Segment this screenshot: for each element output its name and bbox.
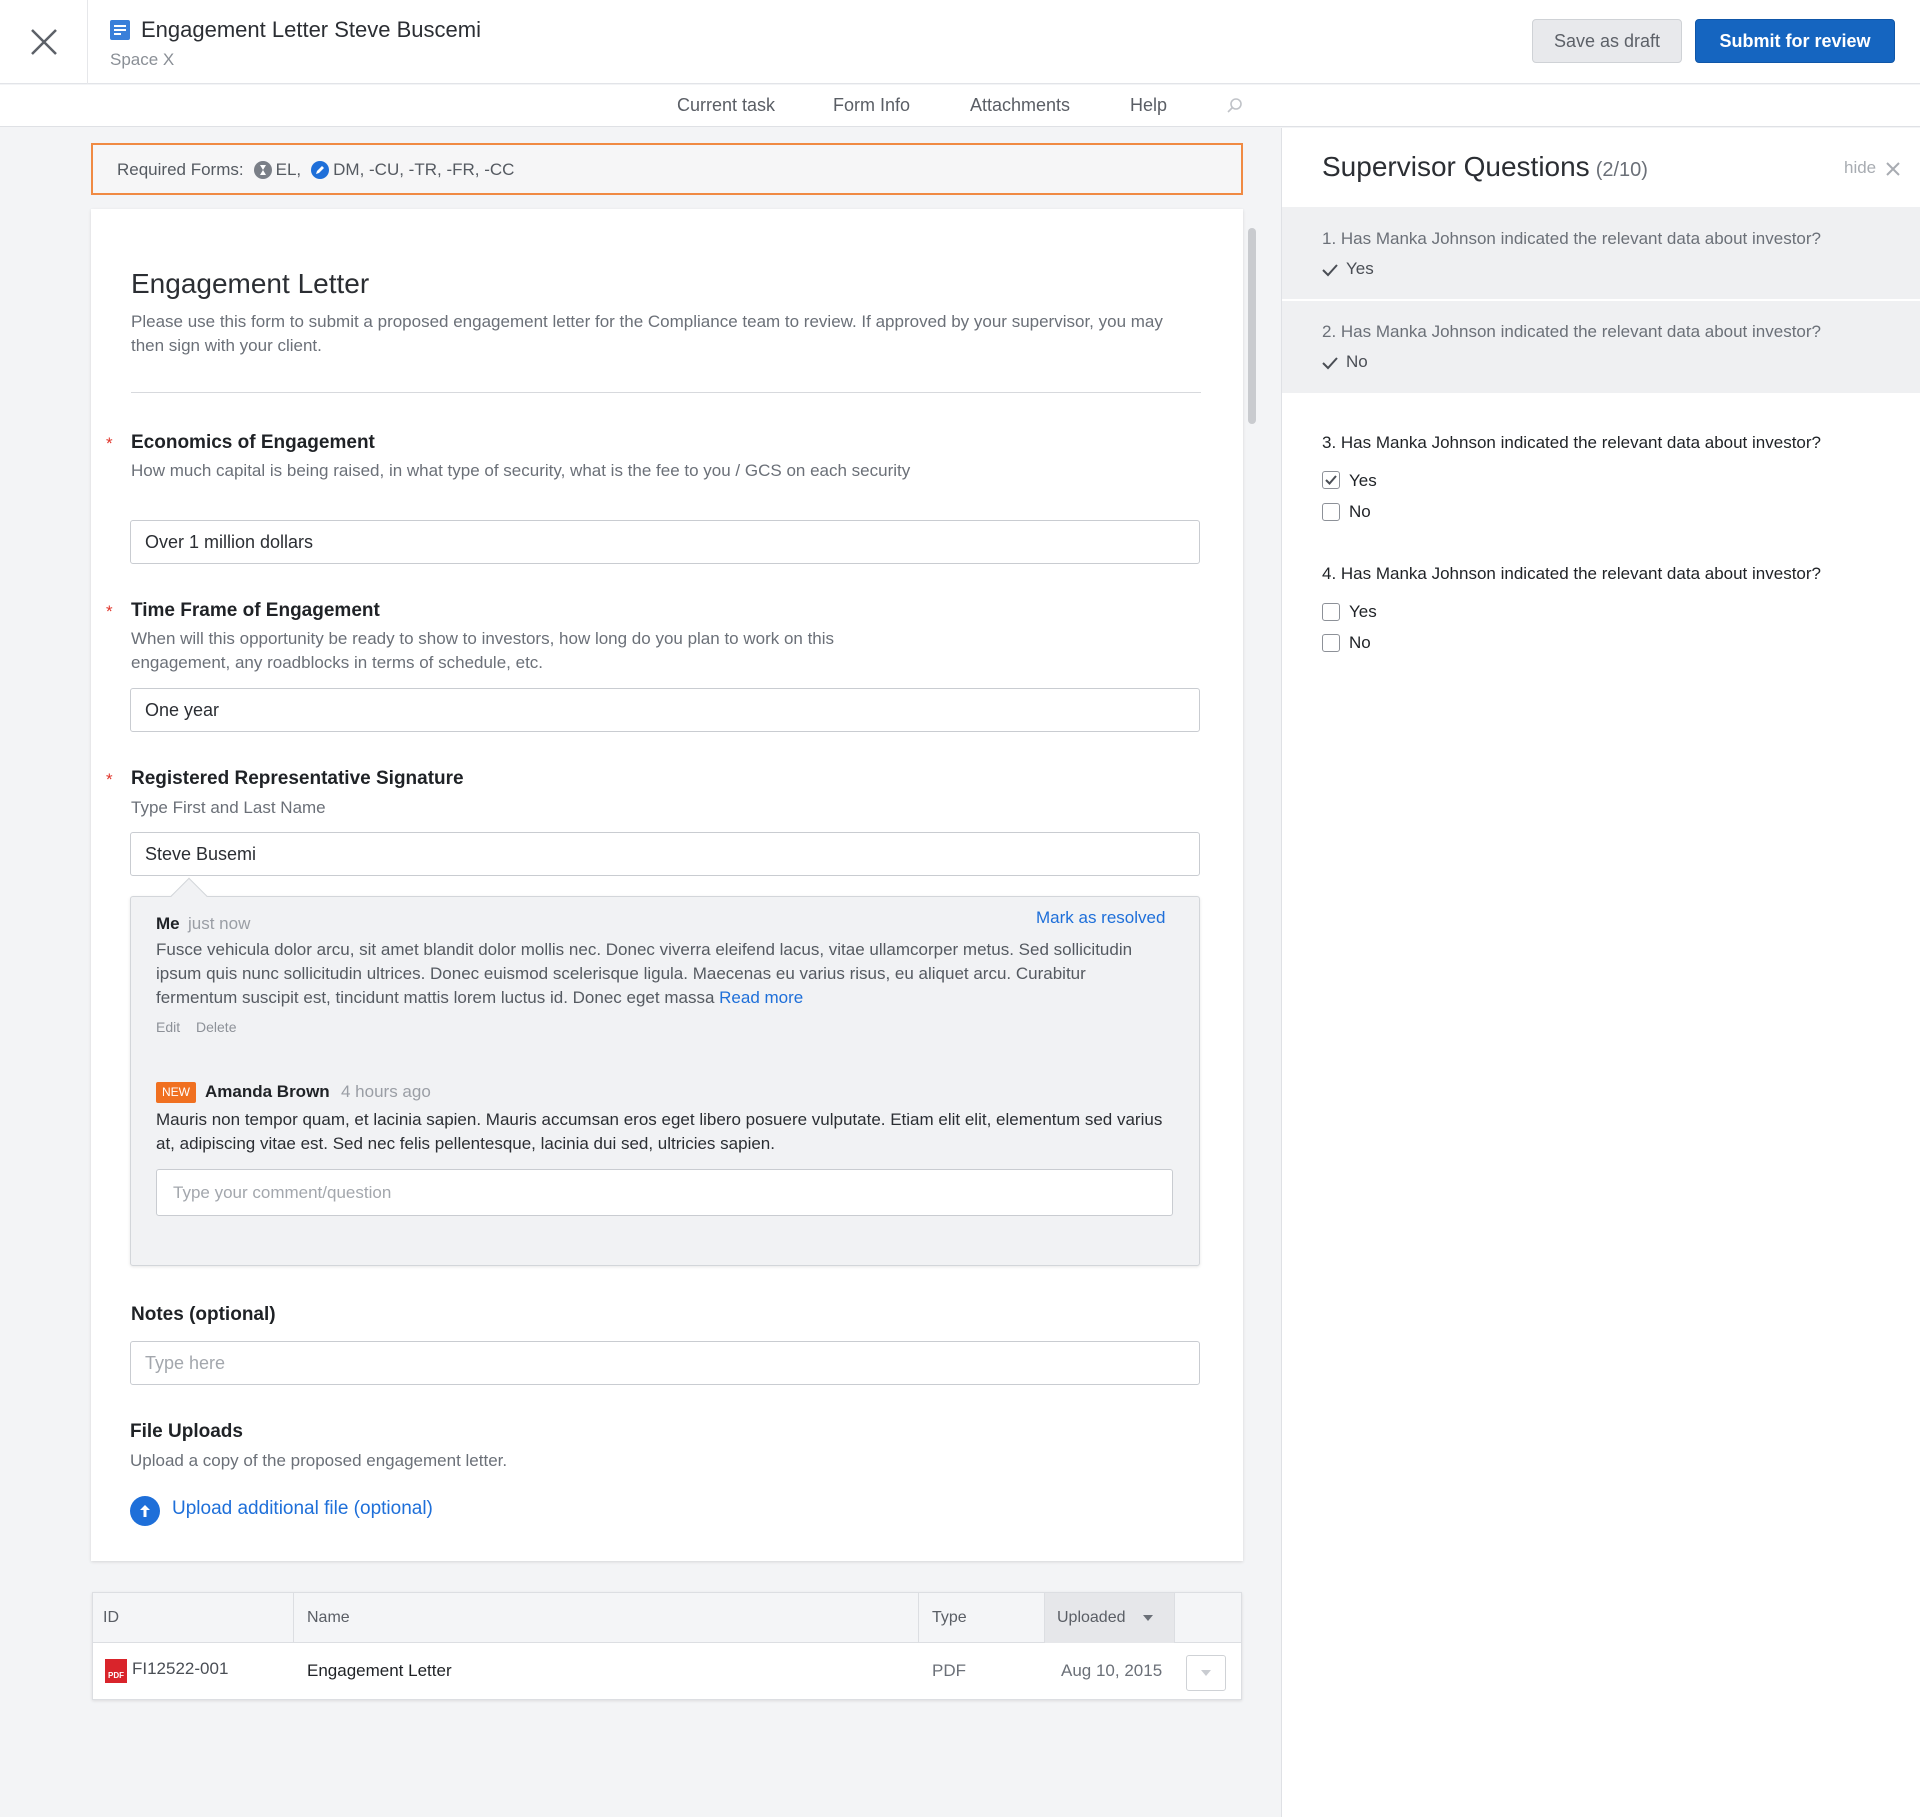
field-label-economics: Economics of Engagement [131,432,375,453]
tab-help[interactable]: Help [1130,95,1167,116]
close-icon [31,29,57,55]
check-icon [1322,357,1338,370]
new-badge: NEW [156,1082,196,1103]
upload-file-link[interactable]: Upload additional file (optional) [172,1498,433,1520]
cell-name: Engagement Letter [307,1661,452,1680]
save-draft-button[interactable]: Save as draft [1532,19,1682,63]
page-title: Engagement Letter Steve Buscemi [141,17,481,42]
checkbox-q3-no[interactable] [1322,503,1340,521]
answered-question[interactable] [1282,301,1920,393]
cell-id: FI12522-001 [132,1659,229,1678]
required-forms-banner: Required Forms: EL, DM, -CU, -TR, -FR, -… [91,143,1243,195]
upload-icon[interactable] [130,1496,160,1526]
panel-title: Supervisor Questions (2/10) [1322,151,1648,183]
pending-icon [253,161,272,179]
form-title: Engagement Letter [131,268,370,299]
panel-count: (2/10) [1595,159,1648,181]
edit-comment-link[interactable]: Edit [156,1019,180,1035]
read-more-link[interactable]: Read more [719,988,803,1007]
question-answer: Yes [1346,259,1374,278]
cell-uploaded: Aug 10, 2015 [1061,1661,1163,1680]
column-header-type[interactable]: Type [932,1609,967,1627]
search-icon[interactable] [1226,97,1244,120]
timeframe-input[interactable]: One year [130,688,1200,732]
column-divider [1174,1593,1175,1643]
form-scrollbar[interactable] [1248,228,1256,1548]
edit-icon [311,161,330,179]
required-forms-label: Required Forms: [117,160,244,179]
checkbox-label: No [1349,633,1371,652]
column-divider [1044,1593,1045,1643]
question-text: 1. Has Manka Johnson indicated the relev… [1322,229,1821,248]
close-icon[interactable] [1886,162,1900,176]
comment-time: just now [188,914,251,933]
check-icon [1322,264,1338,277]
notes-input[interactable]: Type here [130,1341,1200,1385]
field-label-uploads: File Uploads [130,1421,243,1442]
comment-actions: Edit Delete [156,1019,248,1035]
chevron-down-icon [1201,1670,1211,1676]
cell-type: PDF [932,1661,966,1680]
form-description: Please use this form to submit a propose… [131,312,1163,355]
column-header-id[interactable]: ID [103,1609,119,1627]
required-form-el[interactable]: EL, [276,160,302,180]
required-marker: * [106,602,113,621]
field-help-uploads: Upload a copy of the proposed engagement… [130,1451,508,1470]
checkbox-label: No [1349,502,1371,521]
tab-attachments[interactable]: Attachments [970,95,1070,116]
comment-author: Amanda Brown [205,1082,330,1101]
hide-panel-button[interactable]: hide [1844,158,1876,178]
tab-current-task[interactable]: Current task [677,95,775,116]
column-header-name[interactable]: Name [307,1609,350,1627]
required-marker: * [106,434,113,453]
close-button[interactable] [0,0,88,84]
table-header: ID Name Type Uploaded [93,1593,1241,1643]
submit-review-button[interactable]: Submit for review [1695,19,1895,63]
answered-question[interactable] [1282,207,1920,299]
row-menu-button[interactable] [1186,1655,1226,1691]
comment-body: Mauris non tempor quam, et lacinia sapie… [156,1110,1163,1153]
field-help-signature: Type First and Last Name [131,798,326,817]
question-answer: No [1346,352,1368,371]
signature-input[interactable]: Steve Busemi [130,832,1200,876]
check-icon [1325,475,1337,485]
divider [131,392,1201,393]
pdf-icon: PDF [105,1659,127,1683]
field-help-timeframe: When will this opportunity be ready to s… [131,629,835,672]
page-subtitle: Space X [110,50,175,69]
attachments-table: ID Name Type Uploaded PDF FI12522-001 En… [92,1592,1242,1700]
form-scrollbar-thumb[interactable] [1248,228,1256,424]
question-text: 3. Has Manka Johnson indicated the relev… [1322,433,1821,452]
comment-text: Fusce vehicula dolor arcu, sit amet blan… [156,940,1133,1007]
question-text: 2. Has Manka Johnson indicated the relev… [1322,322,1821,341]
field-label-signature: Registered Representative Signature [131,768,464,789]
field-help-economics: How much capital is being raised, in wha… [131,461,911,480]
field-label-timeframe: Time Frame of Engagement [131,600,380,621]
checkbox-q4-no[interactable] [1322,634,1340,652]
field-label-notes: Notes (optional) [131,1304,276,1325]
checkbox-q3-yes[interactable] [1322,471,1340,489]
economics-input[interactable]: Over 1 million dollars [130,520,1200,564]
panel-title-text: Supervisor Questions [1322,151,1590,182]
column-divider [918,1593,919,1643]
required-marker: * [106,770,113,789]
comment-time: 4 hours ago [341,1082,431,1101]
checkbox-label: Yes [1349,602,1377,621]
column-divider [293,1593,294,1643]
checkbox-label: Yes [1349,471,1377,490]
top-bar: Engagement Letter Steve Buscemi Space X … [0,0,1920,84]
document-icon [110,20,130,40]
comment-input[interactable]: Type your comment/question [156,1169,1173,1216]
delete-comment-link[interactable]: Delete [196,1019,236,1035]
column-header-uploaded[interactable]: Uploaded [1057,1609,1126,1627]
comment-body: Fusce vehicula dolor arcu, sit amet blan… [156,938,1166,1010]
checkbox-q4-yes[interactable] [1322,603,1340,621]
mark-resolved-link[interactable]: Mark as resolved [1036,908,1165,928]
question-text: 4. Has Manka Johnson indicated the relev… [1322,564,1821,583]
required-form-dm[interactable]: DM, -CU, -TR, -FR, -CC [333,160,514,180]
tab-bar: Current task Form Info Attachments Help [0,85,1920,127]
comment-author: Me [156,914,180,933]
sort-desc-icon [1143,1615,1153,1621]
tab-form-info[interactable]: Form Info [833,95,910,116]
